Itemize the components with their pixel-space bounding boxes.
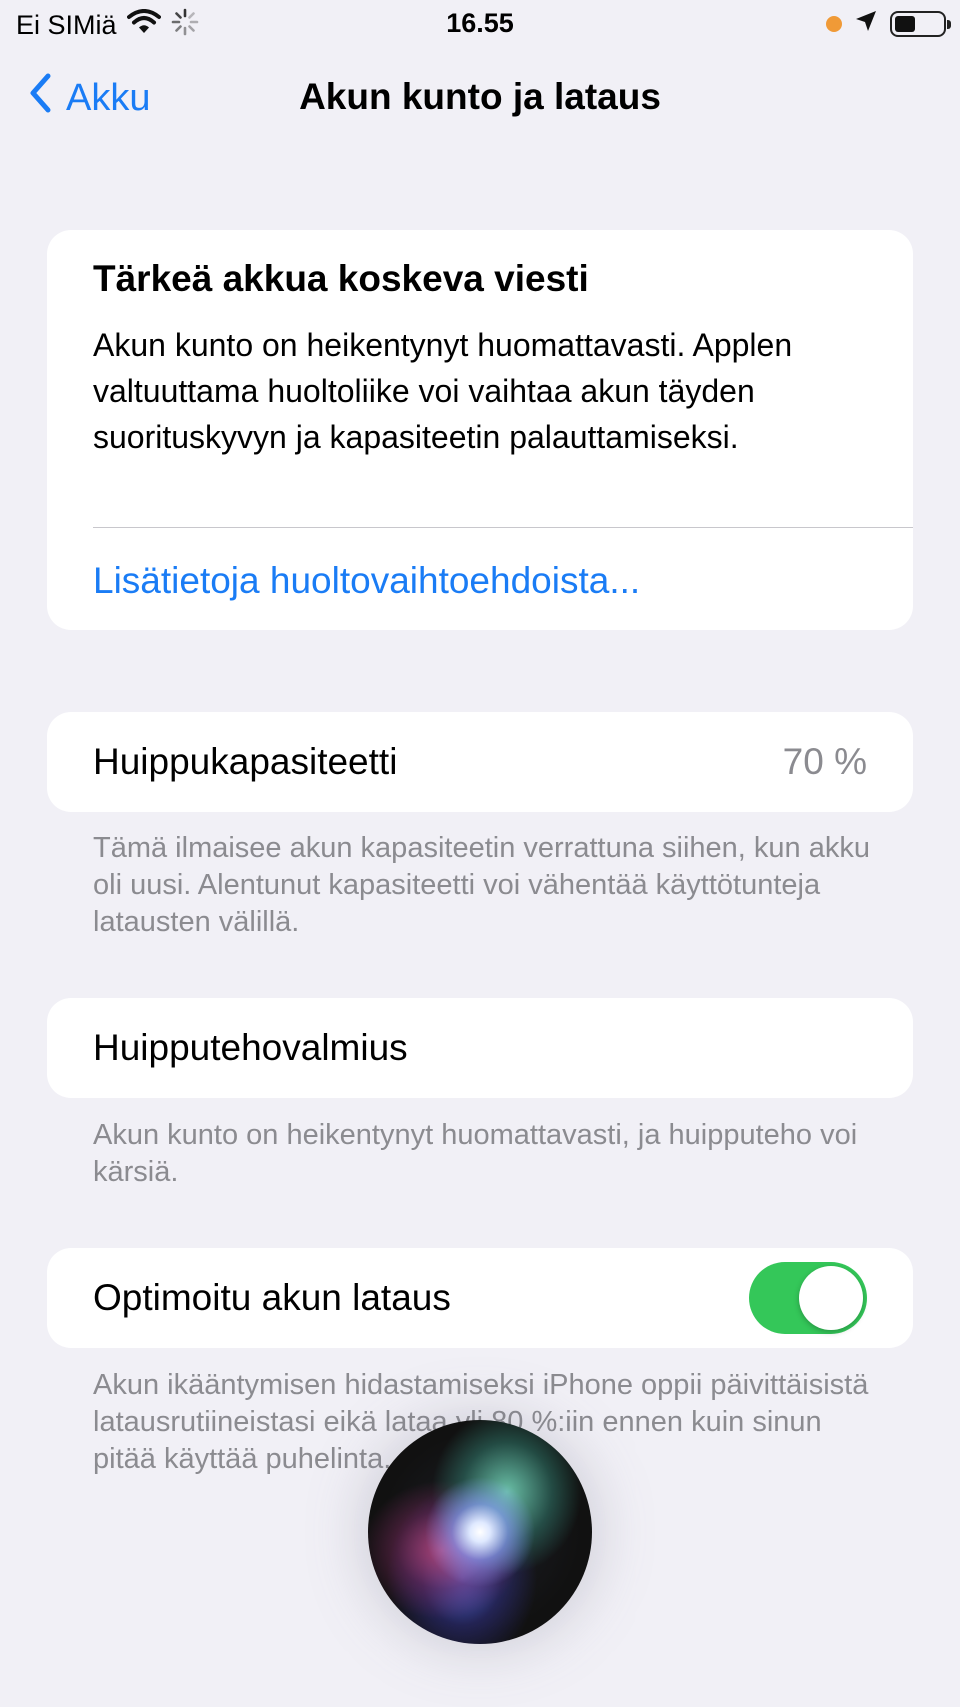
location-arrow-icon: [854, 8, 878, 39]
status-time: 16.55: [446, 8, 514, 38]
peak-performance-label: Huipputehovalmius: [93, 1027, 408, 1068]
toggle-knob: [799, 1266, 863, 1330]
maximum-capacity-label: Huippukapasiteetti: [93, 741, 398, 782]
battery-level-fill: [895, 15, 915, 32]
optimized-charging-toggle[interactable]: [749, 1262, 867, 1334]
important-battery-message-card: Tärkeä akkua koskeva viesti Akun kunto o…: [47, 230, 913, 630]
peak-performance-footnote: Akun kunto on heikentynyt huomattavasti,…: [93, 1119, 858, 1188]
optimized-charging-label: Optimoitu akun lataus: [93, 1277, 451, 1318]
maximum-capacity-footnote: Tämä ilmaisee akun kapasiteetin verrattu…: [93, 832, 870, 938]
battery-icon: [890, 10, 951, 37]
siri-orb-icon[interactable]: [368, 1420, 592, 1644]
service-options-link[interactable]: Lisätietoja huoltovaihtoehdoista...: [93, 560, 640, 602]
divider: [93, 527, 913, 528]
status-bar: Ei SIMiä 16.55: [0, 0, 960, 50]
optimized-charging-row: Optimoitu akun lataus: [47, 1248, 913, 1348]
maximum-capacity-row: Huippukapasiteetti 70 %: [47, 712, 913, 812]
message-title: Tärkeä akkua koskeva viesti: [93, 258, 589, 299]
message-body: Akun kunto on heikentynyt huomattavasti.…: [93, 327, 793, 455]
page-title: Akun kunto ja lataus: [299, 76, 661, 117]
recording-indicator-dot: [826, 15, 842, 32]
maximum-capacity-value: 70 %: [782, 741, 867, 782]
peak-performance-row: Huipputehovalmius: [47, 998, 913, 1098]
navigation-bar: Akku Akun kunto ja lataus: [0, 60, 960, 136]
status-right: [826, 8, 951, 39]
